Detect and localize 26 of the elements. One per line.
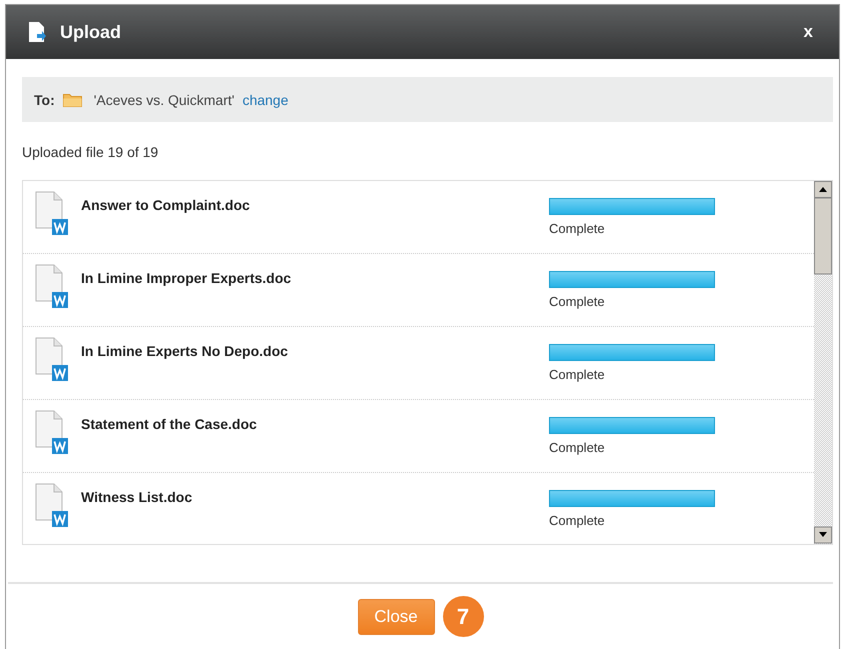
upload-document-icon: [28, 21, 46, 43]
word-document-icon: [35, 337, 69, 383]
folder-name: 'Aceves vs. Quickmart': [94, 92, 234, 108]
upload-state: Complete: [549, 440, 606, 455]
window-title: Upload: [60, 22, 122, 42]
destination-label: To:: [34, 92, 55, 108]
word-document-icon: [35, 483, 69, 529]
word-document-icon: [35, 191, 69, 237]
close-button[interactable]: Close: [358, 598, 434, 634]
word-document-icon: [35, 264, 69, 310]
word-document-icon: [35, 410, 69, 456]
folder-icon: [62, 92, 82, 107]
file-name: In Limine Experts No Depo.doc: [80, 342, 289, 361]
change-link[interactable]: change: [242, 92, 288, 108]
file-name: Witness List.doc: [80, 488, 194, 507]
file-name: In Limine Improper Experts.doc: [80, 269, 292, 288]
upload-status: Uploaded file 19 of 19: [22, 144, 160, 160]
close-button[interactable]: x: [800, 22, 817, 42]
upload-state: Complete: [549, 513, 606, 528]
scrollbar[interactable]: [814, 181, 832, 544]
step-badge: 7: [442, 596, 484, 637]
upload-state: Complete: [549, 294, 606, 309]
upload-state: Complete: [549, 221, 606, 236]
upload-state: Complete: [549, 367, 606, 382]
file-name: Statement of the Case.doc: [80, 415, 258, 434]
file-name: Answer to Complaint.doc: [80, 196, 251, 215]
